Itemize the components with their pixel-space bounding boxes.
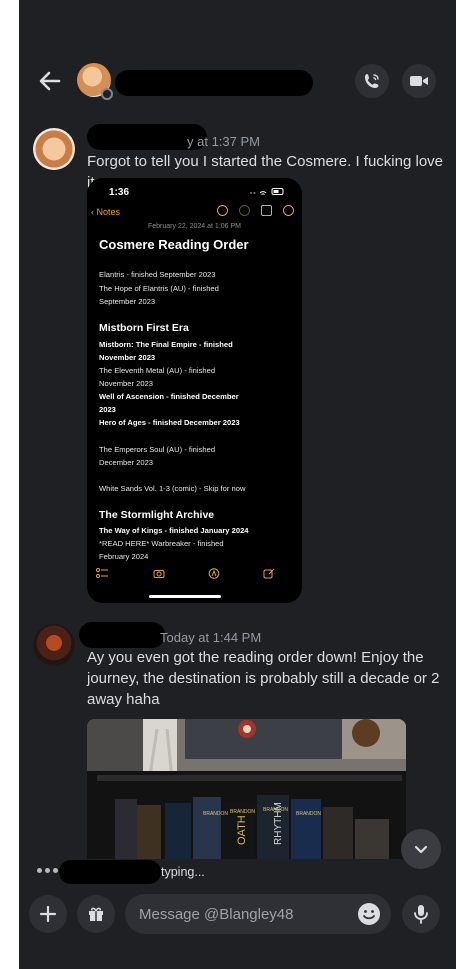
svg-text:OATH: OATH: [236, 815, 248, 845]
video-camera-icon: [410, 76, 428, 86]
message-text-line: Ay you even got the reading order down! …: [87, 649, 424, 666]
message-text-line: away haha: [87, 691, 160, 708]
add-attachment-button[interactable]: [29, 895, 67, 933]
arrow-left-icon: [39, 71, 61, 91]
note-line: Well of Ascension - finished December: [99, 392, 239, 401]
voice-call-button[interactable]: [355, 64, 389, 98]
note-line: December 2023: [99, 458, 154, 467]
back-button[interactable]: [35, 66, 65, 96]
message-text-line: journey, the destination is probably sti…: [87, 670, 440, 687]
note-section-heading: Mistborn First Era: [99, 322, 189, 334]
note-date: February 22, 2024 at 1:06 PM: [148, 223, 241, 230]
redacted-sender-name: [79, 622, 165, 648]
phone-call-icon: [365, 74, 379, 88]
notes-screenshot-attachment[interactable]: 1:36 ‹ Notes February 22, 2024 at 1:06 P…: [87, 178, 302, 603]
home-indicator: [149, 595, 221, 598]
note-line: The Way of Kings - finished January 2024: [99, 526, 249, 535]
sender-avatar[interactable]: [33, 624, 75, 666]
chevron-down-icon: [414, 845, 428, 854]
note-section-heading: The Stormlight Archive: [99, 509, 215, 521]
status-bar-icons: [250, 188, 284, 195]
microphone-icon: [414, 905, 428, 924]
note-line: November 2023: [99, 353, 156, 362]
note-line: Elantris - finished September 2023: [99, 270, 216, 279]
bookshelf-photo: BRANDON BRANDON BRANDON BRANDON OATH RHY…: [87, 719, 406, 859]
offline-status-indicator: [101, 88, 113, 100]
status-bar-time: 1:36: [109, 187, 130, 198]
note-line: February 2024: [99, 552, 149, 561]
typing-text: typing...: [161, 865, 205, 879]
redacted-typing-user: [59, 860, 161, 884]
plus-icon: [39, 905, 57, 923]
svg-text:BRANDON: BRANDON: [230, 809, 255, 815]
share-icon: [261, 205, 272, 216]
redacted-username: [115, 70, 313, 96]
camera-icon: [153, 570, 165, 578]
note-line: *READ HERE* Warbreaker - finished: [99, 539, 224, 548]
message-timestamp: y at 1:37 PM: [187, 134, 260, 149]
notes-back-link: ‹ Notes: [91, 207, 121, 217]
emoji-button[interactable]: [357, 902, 381, 926]
gift-icon: [89, 907, 103, 921]
svg-text:BRANDON: BRANDON: [296, 811, 321, 817]
undo-icon: [217, 205, 228, 216]
message-input[interactable]: [125, 894, 391, 934]
markup-pen-icon: [208, 568, 220, 579]
sender-avatar[interactable]: [33, 128, 75, 170]
note-line: The Emperors Soul (AU) - finished: [99, 445, 216, 454]
checklist-icon: [96, 568, 108, 578]
note-line: 2023: [99, 405, 116, 414]
video-call-button[interactable]: [402, 64, 436, 98]
voice-message-button[interactable]: [402, 895, 440, 933]
chat-screen: y at 1:37 PM Forgot to tell you I starte…: [19, 0, 456, 969]
redo-icon: [239, 205, 250, 216]
note-line: September 2023: [99, 297, 156, 306]
compose-icon: [263, 568, 275, 579]
note-line: The Eleventh Metal (AU) - finished: [99, 366, 216, 375]
svg-text:RHYTHM: RHYTHM: [273, 802, 284, 845]
note-line: White Sands Vol. 1-3 (comic) - Skip for …: [99, 484, 246, 493]
note-title: Cosmere Reading Order: [99, 237, 249, 252]
chat-header: [19, 48, 456, 114]
more-options-icon: [283, 205, 294, 216]
typing-dots-icon: [37, 868, 58, 873]
note-line: Mistborn: The Final Empire - finished: [99, 340, 233, 349]
jump-to-latest-button[interactable]: [401, 829, 441, 869]
message-composer: [19, 888, 456, 969]
bookshelf-photo-attachment[interactable]: BRANDON BRANDON BRANDON BRANDON OATH RHY…: [87, 719, 406, 859]
svg-text:BRANDON: BRANDON: [203, 811, 228, 817]
message-timestamp: Today at 1:44 PM: [160, 630, 262, 645]
gift-button[interactable]: [77, 895, 115, 933]
note-line: November 2023: [99, 379, 154, 388]
note-line: The Hope of Elantris (AU) - finished: [99, 284, 219, 293]
note-line: Hero of Ages - finished December 2023: [99, 418, 240, 427]
smiley-face-icon: [358, 903, 380, 925]
notes-toolbar: [217, 205, 294, 216]
